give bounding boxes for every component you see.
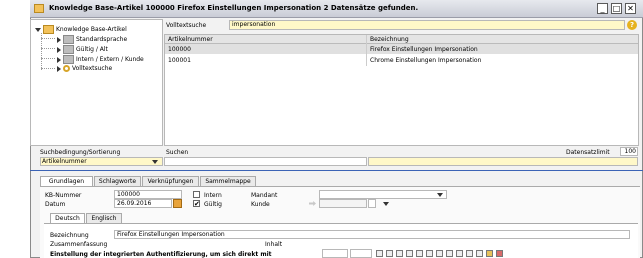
tree-item-label: Volltextsuche — [72, 65, 113, 72]
name-field[interactable]: Firefox Einstellungen Impersonation — [114, 230, 630, 239]
tab-englisch[interactable]: Englisch — [86, 213, 122, 223]
results-table: Artikelnummer Bezeichnung 100000 Firefox… — [164, 34, 639, 146]
column-header-artikelnummer[interactable]: Artikelnummer — [168, 36, 213, 43]
align-center-icon[interactable] — [416, 250, 423, 257]
kb-app-icon — [34, 4, 44, 13]
calendar-icon[interactable] — [173, 199, 182, 208]
tab-deutsch[interactable]: Deutsch — [50, 213, 85, 223]
intern-label: Intern — [204, 192, 222, 199]
chevron-down-icon — [152, 160, 158, 164]
tab-verknuepfungen[interactable]: Verknüpfungen — [142, 176, 199, 186]
tree-item-gueltig[interactable]: Gültig / Alt — [57, 45, 108, 54]
content-label: Inhalt — [265, 241, 283, 248]
summary-text[interactable]: Einstellung der integrierten Authentifiz… — [50, 251, 272, 258]
date-field[interactable]: 26.09.2016 — [114, 199, 172, 208]
section-divider — [30, 170, 643, 171]
expand-right-icon[interactable] — [57, 36, 61, 43]
condition-value: Artikelnummer — [42, 158, 87, 165]
copy-icon[interactable] — [456, 250, 463, 257]
close-button[interactable]: ✕ — [625, 3, 636, 14]
table-row[interactable]: 100000 Firefox Einstellungen Impersonati… — [165, 44, 638, 54]
intern-checkbox[interactable] — [193, 191, 200, 198]
folder-open-icon — [43, 25, 54, 34]
kb-number-field[interactable]: 100000 — [114, 190, 182, 199]
date-label: Datum — [45, 201, 66, 208]
search-icon — [63, 65, 70, 72]
search-input[interactable] — [164, 157, 367, 166]
tab-sammelmappe[interactable]: Sammelmappe — [200, 176, 256, 186]
folder-icon — [63, 55, 74, 64]
record-limit-input[interactable]: 100 — [620, 147, 638, 156]
text-color-icon[interactable] — [496, 250, 503, 257]
underline-icon[interactable] — [396, 250, 403, 257]
tab-schlagworte[interactable]: Schlagworte — [94, 176, 141, 186]
customer-lookup-button[interactable] — [368, 199, 376, 208]
expand-right-icon[interactable] — [57, 56, 61, 63]
cell-bezeichnung: Chrome Einstellungen Impersonation — [370, 57, 482, 64]
help-icon[interactable]: ? — [627, 20, 637, 30]
expand-down-icon[interactable] — [35, 27, 41, 32]
table-header: Artikelnummer Bezeichnung — [165, 35, 638, 44]
tree-item-intern-extern[interactable]: Intern / Extern / Kunde — [57, 55, 144, 64]
undo-icon[interactable] — [476, 250, 483, 257]
folder-icon — [63, 35, 74, 44]
chevron-down-icon[interactable] — [383, 202, 389, 206]
tree-item-label: Intern / Extern / Kunde — [76, 56, 144, 63]
chevron-down-icon — [437, 193, 443, 197]
table-row[interactable]: 100001 Chrome Einstellungen Impersonatio… — [165, 55, 638, 65]
navigation-tree: Knowledge Base-Artikel Standardsprache G… — [30, 19, 163, 146]
tree-root-label: Knowledge Base-Artikel — [56, 26, 127, 33]
customer-label: Kunde — [251, 201, 270, 208]
expand-right-icon[interactable] — [57, 65, 61, 72]
cut-icon[interactable] — [446, 250, 453, 257]
search-input-secondary[interactable] — [368, 157, 638, 166]
search-label: Suchen — [166, 149, 189, 156]
list-icon[interactable] — [436, 250, 443, 257]
client-select[interactable] — [319, 190, 447, 199]
tab-grundlagen[interactable]: Grundlagen — [40, 176, 93, 186]
column-header-bezeichnung[interactable]: Bezeichnung — [370, 36, 409, 43]
summary-label: Zusammenfassung — [50, 241, 108, 248]
font-size-select[interactable] — [350, 249, 372, 258]
expand-right-icon[interactable] — [57, 46, 61, 53]
font-select[interactable] — [322, 249, 348, 258]
tree-root[interactable]: Knowledge Base-Artikel — [35, 25, 127, 34]
fulltext-search-input[interactable]: impersonation — [229, 20, 625, 30]
italic-icon[interactable] — [386, 250, 393, 257]
bold-icon[interactable] — [376, 250, 383, 257]
cell-artikelnummer: 100001 — [168, 57, 191, 64]
paste-icon[interactable] — [466, 250, 473, 257]
condition-label: Suchbedingung/Sortierung — [40, 149, 121, 156]
tree-item-volltextsuche[interactable]: Volltextsuche — [57, 65, 112, 72]
minimize-button[interactable]: _ — [597, 3, 608, 14]
maximize-button[interactable]: □ — [611, 3, 622, 14]
tree-item-label: Gültig / Alt — [76, 46, 108, 53]
align-left-icon[interactable] — [406, 250, 413, 257]
title-bar: Knowledge Base-Artikel 100000 Firefox Ei… — [30, 0, 643, 18]
valid-label: Gültig — [204, 201, 222, 208]
window-title: Knowledge Base-Artikel 100000 Firefox Ei… — [49, 4, 419, 12]
folder-icon — [63, 45, 74, 54]
customer-field[interactable] — [319, 199, 367, 208]
name-label: Bezeichnung — [50, 232, 89, 239]
tree-item-standardsprache[interactable]: Standardsprache — [57, 35, 127, 44]
align-right-icon[interactable] — [426, 250, 433, 257]
condition-select[interactable]: Artikelnummer — [40, 157, 163, 166]
fulltext-label: Volltextsuche — [166, 22, 207, 29]
client-label: Mandant — [251, 192, 278, 199]
tree-item-label: Standardsprache — [76, 36, 128, 43]
record-limit-label: Datensatzlimit — [566, 149, 610, 156]
highlight-icon[interactable] — [486, 250, 493, 257]
cell-bezeichnung: Firefox Einstellungen Impersonation — [370, 46, 478, 53]
kb-number-label: KB-Nummer — [45, 192, 82, 199]
valid-checkbox[interactable]: ✔ — [193, 200, 200, 208]
cell-artikelnummer: 100000 — [168, 46, 191, 53]
